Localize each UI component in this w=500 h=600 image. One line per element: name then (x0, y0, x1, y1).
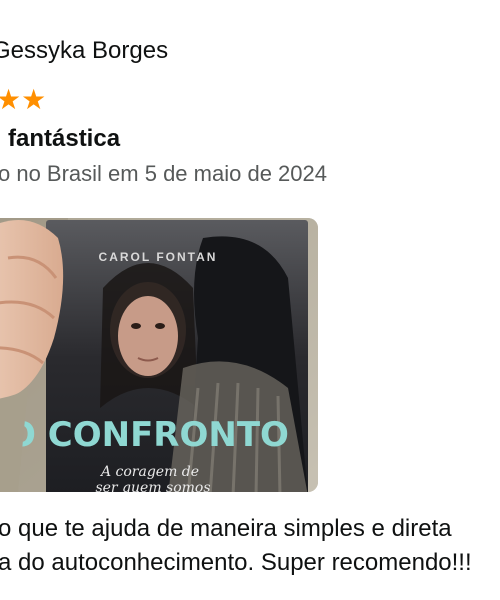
book-subtitle-line2: ser quem somos (95, 480, 210, 492)
review-photo[interactable]: CAROL FONTAN O CONFRONTO A coragem de se… (0, 218, 318, 492)
book-author: CAROL FONTAN (99, 250, 218, 264)
review-card: Gessyka Borges ★ ★ fantástica o no Brasi… (0, 0, 500, 600)
star-icon: ★ (21, 83, 47, 116)
book-title: O CONFRONTO (7, 415, 289, 455)
review-body: o que te ajuda de maneira simples e dire… (0, 512, 472, 580)
star-rating[interactable]: ★ ★ (0, 86, 46, 114)
book-subtitle-line1: A coragem de (99, 464, 199, 480)
star-icon: ★ (0, 83, 22, 116)
reviewer-name[interactable]: Gessyka Borges (0, 36, 168, 66)
review-title[interactable]: fantástica (8, 124, 120, 154)
book-photo-illustration: CAROL FONTAN O CONFRONTO A coragem de se… (0, 218, 318, 492)
review-text-line-1: o que te ajuda de maneira simples e dire… (0, 515, 452, 542)
review-date: o no Brasil em 5 de maio de 2024 (0, 161, 327, 186)
review-text-line-2: a do autoconhecimento. Super recomendo!!… (0, 549, 472, 576)
